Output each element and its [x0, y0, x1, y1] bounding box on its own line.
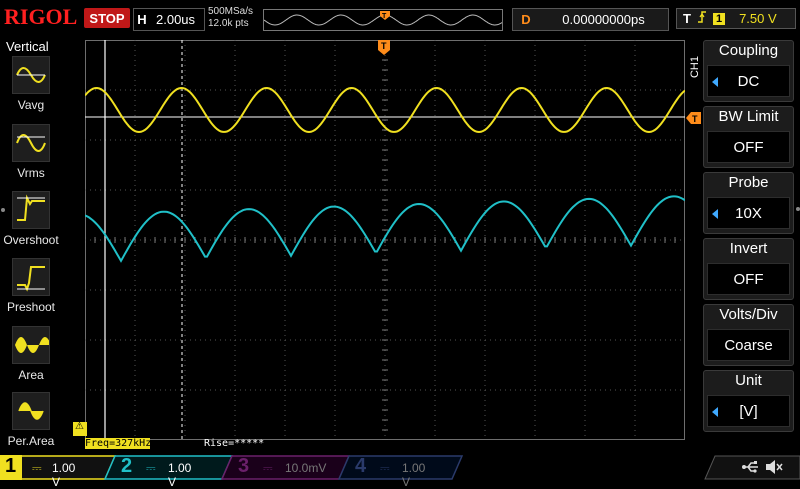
menu-scroll-dot: [1, 208, 5, 212]
trigger-status[interactable]: T 1 7.50 V: [676, 8, 796, 29]
volts-div-value: Coarse: [707, 329, 790, 361]
horizontal-label: H: [137, 12, 147, 27]
ch3-coupling-icon: ⎓: [263, 461, 273, 475]
trigger-source: 1: [712, 12, 726, 25]
selector-arrow-icon: [712, 407, 718, 417]
probe-title: Probe: [728, 174, 769, 191]
sample-info: 500MSa/s 12.0k pts: [208, 6, 253, 30]
ch1-coupling-icon: ⎓: [32, 461, 42, 475]
ch1-scale: 1.00 V: [52, 461, 76, 489]
per-area-icon: [12, 392, 50, 430]
rigol-logo: RIGOL: [4, 4, 78, 29]
ch4-number: 4: [355, 455, 367, 477]
measure-overshoot[interactable]: Overshoot: [0, 191, 62, 257]
ch4-scale: 1.00 V: [402, 461, 426, 489]
measure-menu: Vertical Vavg Vrms Overshoot Preshoot Ar…: [0, 36, 62, 454]
sample-rate: 500MSa/s: [208, 6, 254, 17]
trigger-level: 7.50 V: [739, 11, 777, 26]
ch2-number: 2: [121, 455, 133, 477]
measure-vavg[interactable]: Vavg: [0, 56, 62, 122]
vavg-label: Vavg: [17, 98, 45, 112]
coupling-title: Coupling: [718, 42, 779, 59]
waveform-display[interactable]: [84, 39, 686, 441]
measure-vrms[interactable]: Vrms: [0, 124, 62, 190]
status-bar: RIGOL STOP H 2.00us 500MSa/s 12.0k pts T…: [0, 0, 800, 36]
bw-limit-title: BW Limit: [718, 108, 779, 125]
svg-text:T: T: [382, 13, 387, 20]
measure-category: Vertical: [6, 39, 49, 54]
volts-div-softkey[interactable]: Volts/Div Coarse: [703, 304, 794, 366]
vrms-label: Vrms: [17, 166, 45, 180]
delay-label: D: [521, 12, 531, 27]
area-icon: [12, 326, 51, 364]
channel-bar: 1 ⎓ 1.00 V 2 ⎓ 1.00 V 3 ⎓ 10.0mV 4 ⎓ 1.0…: [0, 455, 800, 489]
probe-value: 10X: [707, 197, 790, 229]
memory-depth: 12.0k pts: [208, 18, 249, 29]
overshoot-icon: [12, 191, 50, 229]
ch3-scale: 10.0mV: [285, 461, 327, 475]
trigger-level-marker[interactable]: T: [686, 111, 701, 124]
vavg-icon: [12, 56, 50, 94]
per-area-label: Per.Area: [7, 434, 55, 448]
bw-limit-value: OFF: [707, 131, 790, 163]
bw-limit-softkey[interactable]: BW Limit OFF: [703, 106, 794, 168]
menu-scroll-dot: [796, 207, 800, 211]
trigger-level-label: T: [692, 114, 698, 124]
invert-softkey[interactable]: Invert OFF: [703, 238, 794, 300]
ch2-waveform: [84, 195, 686, 263]
trigger-position-label: T: [381, 41, 387, 51]
ch2-coupling-icon: ⎓: [146, 461, 156, 475]
ch3-number: 3: [238, 455, 250, 477]
area-label: Area: [18, 368, 44, 382]
trigger-label: T: [683, 11, 691, 26]
overshoot-label: Overshoot: [3, 233, 59, 247]
vrms-icon: [12, 124, 50, 162]
unit-title: Unit: [735, 372, 762, 389]
preshoot-icon: [12, 258, 50, 296]
ch2-scale: 1.00 V: [168, 461, 192, 489]
channel-tag: CH1: [689, 56, 701, 79]
rise-measurement[interactable]: Rise=*****: [204, 438, 264, 449]
horizontal-timebase[interactable]: H 2.00us: [133, 8, 205, 31]
overview-waveform: T: [263, 11, 503, 26]
trigger-position-marker[interactable]: T: [378, 40, 390, 56]
waveform-canvas: [84, 39, 686, 441]
graticule: [84, 39, 686, 441]
probe-softkey[interactable]: Probe 10X: [703, 172, 794, 234]
channel-tabs-outline: [0, 455, 800, 480]
delay-value: 0.00000000ps: [562, 12, 645, 27]
memory-overview[interactable]: T: [263, 9, 503, 31]
coupling-value: DC: [707, 65, 790, 97]
rising-edge-icon: [697, 10, 707, 27]
invert-title: Invert: [729, 240, 768, 257]
horizontal-value: 2.00us: [156, 12, 196, 27]
sound-mute-icon[interactable]: [764, 458, 784, 481]
coupling-softkey[interactable]: Coupling DC: [703, 40, 794, 102]
measure-area[interactable]: Area: [0, 326, 62, 392]
ch1-number: 1: [5, 455, 17, 477]
selector-arrow-icon: [712, 77, 718, 87]
volts-div-title: Volts/Div: [719, 306, 778, 323]
ch4-coupling-icon: ⎓: [380, 461, 390, 475]
usb-icon: [742, 459, 760, 480]
unit-value: [V]: [707, 395, 790, 427]
run-stop-button[interactable]: STOP: [84, 8, 130, 28]
horizontal-delay[interactable]: D 0.00000000ps: [512, 8, 669, 31]
freq-measurement[interactable]: Freq=327kHz: [85, 438, 151, 449]
measure-preshoot[interactable]: Preshoot: [0, 258, 62, 324]
measure-per-area[interactable]: Per.Area: [0, 392, 62, 458]
cursor-marker: ⚠: [73, 421, 87, 436]
preshoot-label: Preshoot: [6, 300, 56, 314]
invert-value: OFF: [707, 263, 790, 295]
channel-menu: Coupling DC BW Limit OFF Probe 10X Inver…: [703, 40, 800, 435]
unit-softkey[interactable]: Unit [V]: [703, 370, 794, 432]
selector-arrow-icon: [712, 209, 718, 219]
